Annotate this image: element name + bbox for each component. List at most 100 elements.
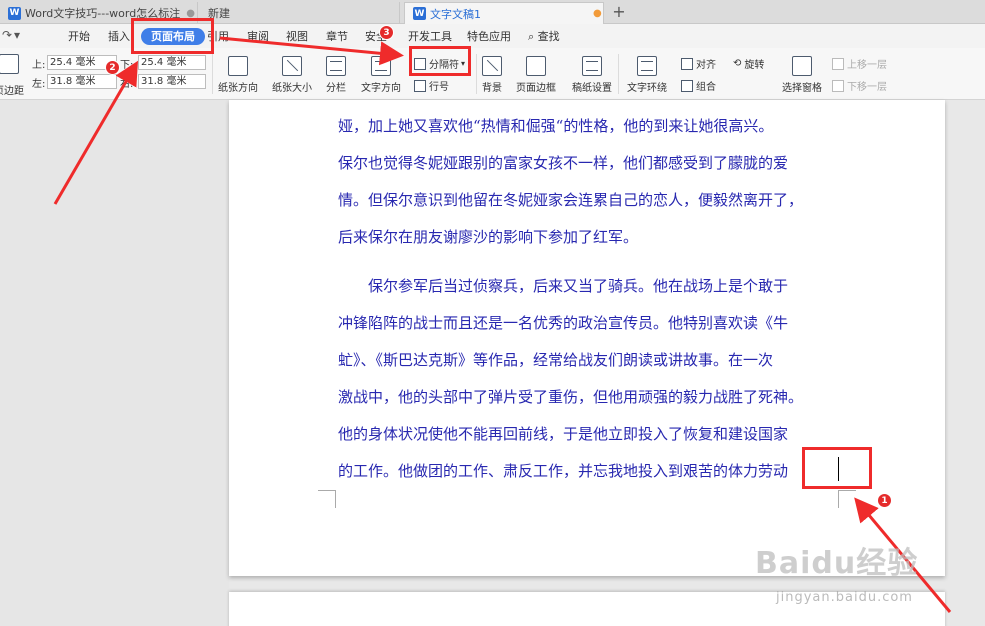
paper-size-label: 纸张大小 (272, 83, 312, 94)
margins-label: 页边距 (0, 86, 24, 97)
page-border-label: 页面边框 (516, 83, 556, 94)
menu-find[interactable]: ⌕ 查找 (528, 28, 560, 45)
document-text[interactable]: 娅，加上她又喜欢他“热情和倔强“的性格，他的到来让她很高兴。 保尔也觉得冬妮娅跟… (338, 108, 838, 490)
ribbon-separator (212, 54, 213, 94)
text-wrap-label: 文字环绕 (627, 83, 667, 94)
ribbon-separator (476, 54, 477, 94)
step-badge-2: 2 (105, 60, 120, 75)
find-label: 查找 (537, 30, 560, 43)
doc-line: 保尔也觉得冬妮娅跟别的富家女孩不一样，他们都感受到了朦胧的爱 (338, 154, 789, 172)
group-button[interactable]: 组合 (681, 78, 716, 93)
group-label: 组合 (696, 82, 716, 93)
menu-developer[interactable]: 开发工具 (408, 28, 452, 45)
highlight-page-layout-tab (131, 18, 214, 54)
text-wrap-icon (637, 56, 657, 76)
paper-setting-button[interactable]: 稿纸设置 (572, 56, 612, 94)
doc-line: 激战中，他的头部中了弹片受了重伤，但他用顽强的毅力战胜了死神。 (338, 388, 804, 406)
doc-line: 冲锋陷阵的战士而且还是一名优秀的政治宣传员。他特别喜欢读《牛 (338, 314, 789, 332)
line-number-icon (414, 79, 426, 92)
paper-setting-icon (582, 56, 602, 76)
bottom-margin-input[interactable]: 25.4 毫米 (138, 55, 206, 70)
doc-line: 后来保尔在朋友谢廖沙的影响下参加了红军。 (338, 228, 639, 246)
highlight-cursor-position (802, 447, 872, 489)
paper-setting-label: 稿纸设置 (572, 83, 612, 94)
tab-document1[interactable]: W 文字文稿1 ● (404, 2, 604, 24)
doc-line: 的工作。他做团的工作、肃反工作，并忘我地投入到艰苦的体力劳动 (338, 462, 789, 480)
rotate-icon: ⟲ (733, 58, 742, 69)
send-backward-button[interactable]: 下移一层 (832, 78, 887, 93)
text-direction-button[interactable]: 文字方向 (361, 56, 401, 94)
tab-label: 文字文稿1 (430, 7, 481, 21)
unsaved-dot-icon: ● (593, 8, 602, 19)
orientation-icon (228, 56, 248, 76)
rotate-label: 旋转 (744, 60, 765, 71)
align-button[interactable]: 对齐 (681, 56, 716, 71)
columns-icon (326, 56, 346, 76)
document-background (0, 100, 229, 626)
align-icon (681, 57, 693, 70)
line-number-button[interactable]: 行号 (414, 78, 449, 93)
line-number-label: 行号 (429, 82, 449, 93)
menu-features[interactable]: 特色应用 (467, 28, 511, 45)
step-badge-3: 3 (379, 25, 394, 40)
text-wrap-button[interactable]: 文字环绕 (627, 56, 667, 94)
page-border-button[interactable]: 页面边框 (516, 56, 556, 94)
columns-button[interactable]: 分栏 (326, 56, 346, 94)
menu-view[interactable]: 视图 (286, 28, 308, 45)
step-badge-1: 1 (877, 493, 892, 508)
paper-size-icon (282, 56, 302, 76)
left-margin-label: 左: (32, 79, 46, 90)
menu-insert[interactable]: 插入 (108, 28, 130, 45)
margin-corner-mark (318, 490, 336, 508)
highlight-separator-button (409, 46, 471, 76)
paper-size-button[interactable]: 纸张大小 (272, 56, 312, 94)
search-icon: ⌕ (528, 30, 535, 43)
menu-home[interactable]: 开始 (68, 28, 90, 45)
ribbon-separator (618, 54, 619, 94)
bring-forward-icon (832, 57, 844, 70)
menu-review[interactable]: 审阅 (247, 28, 269, 45)
doc-line: 虻》、《斯巴达克斯》等作品，经常给战友们朗读或讲故事。在一次 (338, 351, 774, 369)
background-button[interactable]: 背景 (482, 56, 502, 94)
selection-pane-label: 选择窗格 (782, 83, 822, 94)
bottom-margin-label: 下: (120, 60, 134, 71)
doc-line: 情。但保尔意识到他留在冬妮娅家会连累自己的恋人，便毅然离开了， (338, 191, 804, 209)
doc-line: 保尔参军后当过侦察兵，后来又当了骑兵。他在战场上是个敢于 (338, 277, 789, 295)
word-doc-icon: W (413, 7, 426, 20)
menu-chapter[interactable]: 章节 (326, 28, 348, 45)
plus-icon: + (612, 2, 626, 21)
doc-line: 他的身体状况使他不能再回前线，于是他立即投入了恢复和建设国家 (338, 425, 789, 443)
orientation-label: 纸张方向 (218, 83, 258, 94)
background-label: 背景 (482, 83, 502, 94)
tab-new[interactable]: 新建 (200, 2, 400, 24)
margins-icon (0, 54, 19, 74)
watermark-url: jingyan.baidu.com (776, 590, 913, 605)
background-icon (482, 56, 502, 76)
group-icon (681, 79, 693, 92)
selection-pane-button[interactable]: 选择窗格 (782, 56, 822, 94)
right-margin-input[interactable]: 31.8 毫米 (138, 74, 206, 89)
margin-corner-mark (838, 490, 856, 508)
text-direction-icon (371, 56, 391, 76)
doc-line: 娅，加上她又喜欢他“热情和倔强“的性格，他的到来让她很高兴。 (338, 117, 774, 135)
word-doc-icon: W (8, 6, 21, 20)
text-direction-label: 文字方向 (361, 83, 401, 94)
page-border-icon (526, 56, 546, 76)
bring-forward-button[interactable]: 上移一层 (832, 56, 887, 71)
rotate-button[interactable]: ⟲ 旋转 (733, 56, 764, 71)
align-label: 对齐 (696, 60, 716, 71)
margins-button[interactable]: 页边距 (0, 54, 24, 97)
new-tab-button[interactable]: + (608, 2, 630, 22)
columns-label: 分栏 (326, 83, 346, 94)
dropdown-icon[interactable]: ▾ (14, 28, 20, 42)
selection-pane-icon (792, 56, 812, 76)
send-backward-icon (832, 79, 844, 92)
bring-forward-label: 上移一层 (847, 60, 887, 71)
ribbon: 页边距 上: 25.4 毫米 下: 25.4 毫米 左: 31.8 毫米 右: … (0, 48, 985, 100)
baidu-jingyan-watermark: Baidu经验 (755, 546, 919, 581)
right-margin-label: 右: (120, 79, 134, 90)
orientation-button[interactable]: 纸张方向 (218, 56, 258, 94)
left-margin-input[interactable]: 31.8 毫米 (47, 74, 117, 89)
redo-icon[interactable]: ↷ (2, 28, 12, 42)
tab-status-icon: ● (186, 7, 195, 19)
